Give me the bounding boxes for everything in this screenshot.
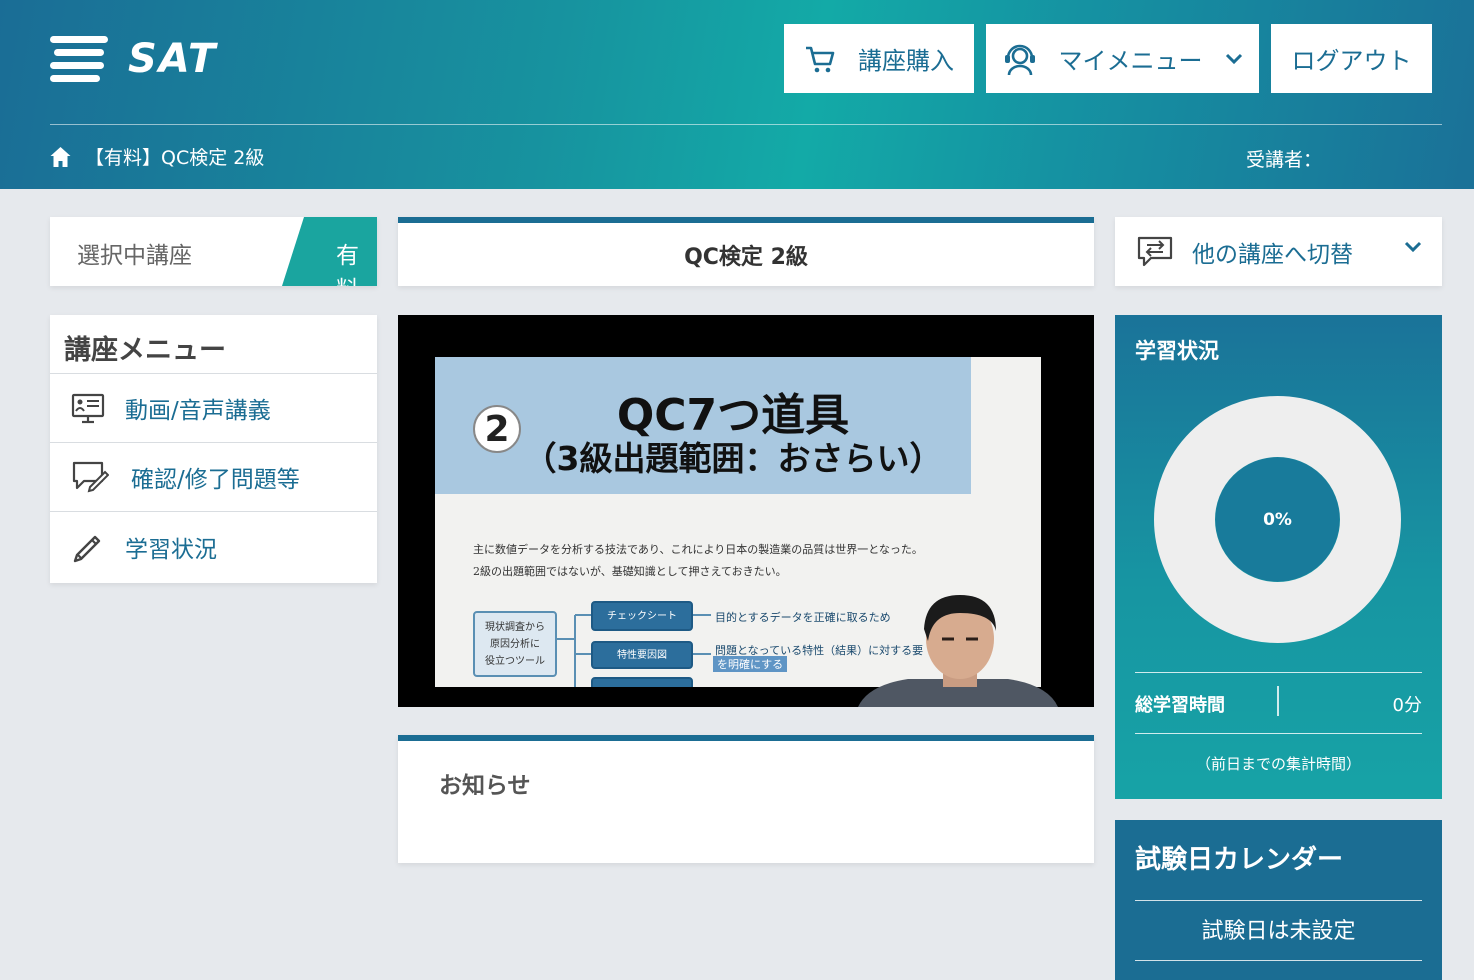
student-label: 受講者：	[1246, 149, 1323, 171]
progress-value: 0%	[1263, 509, 1292, 530]
total-time-note: （前日までの集計時間）	[1195, 755, 1361, 773]
selected-course-badge-text: 有料	[336, 243, 359, 286]
menu-item-label: 確認/修了問題等	[131, 467, 300, 493]
breadcrumb-course[interactable]: 【有料】QC検定 2級	[85, 143, 264, 170]
study-status-title: 学習状況	[1135, 339, 1219, 363]
slide-node-checksheet: チェックシート	[591, 601, 693, 631]
logout-label: ログアウト	[1291, 47, 1412, 75]
purchase-button[interactable]: 講座購入	[784, 24, 974, 93]
slide-node-next	[591, 677, 693, 687]
logout-button[interactable]: ログアウト	[1271, 24, 1432, 93]
slide-desc: を明確にする	[713, 656, 788, 672]
lecturer-image	[858, 595, 1058, 707]
mymenu-button[interactable]: マイメニュー	[986, 24, 1259, 93]
news-panel: お知らせ	[398, 735, 1094, 863]
cart-icon	[806, 46, 835, 72]
switch-course-button[interactable]: 他の講座へ切替	[1115, 217, 1442, 286]
total-time-label: 総学習時間	[1135, 695, 1225, 716]
chevron-down-icon	[1404, 241, 1422, 253]
study-status-panel: 学習状況 0% 総学習時間 0分 （前日までの集計時間）	[1115, 315, 1442, 799]
menu-item-label: 学習状況	[125, 536, 217, 563]
pencil-icon	[73, 535, 101, 562]
course-menu: 講座メニュー 動画/音声講義 確認/修了問題等 学習状況	[50, 315, 377, 583]
total-time-value: 0分	[1392, 695, 1422, 716]
news-title: お知らせ	[439, 773, 531, 799]
swap-chat-icon	[1137, 236, 1173, 266]
monitor-lecture-icon	[71, 393, 105, 424]
divider	[1277, 686, 1279, 716]
divider	[1135, 672, 1422, 673]
mymenu-label: マイメニュー	[1058, 47, 1203, 75]
checklist-chat-icon	[72, 461, 109, 493]
exam-calendar-panel: 試験日カレンダー 試験日は未設定	[1115, 820, 1442, 980]
divider	[1135, 733, 1422, 734]
switch-course-label: 他の講座へ切替	[1192, 241, 1353, 268]
menu-item-check-questions[interactable]: 確認/修了問題等	[50, 443, 377, 512]
menu-item-label: 動画/音声講義	[125, 398, 271, 424]
logo[interactable]: SAT	[50, 36, 217, 82]
video-player[interactable]: 2 QC7つ道具 （3級出題範囲：おさらい） 主に数値データを分析する技法であり…	[398, 315, 1094, 707]
menu-item-video-lecture[interactable]: 動画/音声講義	[50, 374, 377, 443]
divider	[1135, 900, 1422, 901]
course-menu-title: 講座メニュー	[50, 315, 377, 374]
headset-user-icon	[1004, 44, 1035, 75]
divider	[1135, 960, 1422, 961]
course-title: QC検定 2級	[398, 217, 1094, 286]
slide-node-tools: 現状調査から 原因分析に 役立つツール	[473, 611, 557, 677]
selected-course-label: 選択中講座	[77, 243, 192, 269]
selected-course-card: 選択中講座 有料	[50, 217, 377, 286]
slide-node-fishbone: 特性要因図	[591, 641, 693, 669]
header: SAT 講座購入 マイメニュー ログアウト 【有料】QC検定 2級 受講者：	[0, 0, 1474, 189]
logo-text: SAT	[128, 36, 218, 82]
menu-bars-icon	[50, 36, 108, 82]
header-divider	[50, 124, 1442, 125]
menu-item-study-status[interactable]: 学習状況	[50, 512, 377, 581]
breadcrumb: 【有料】QC検定 2級	[50, 143, 264, 170]
chevron-down-icon	[1225, 53, 1242, 64]
exam-date-value: 試験日は未設定	[1201, 919, 1356, 944]
home-icon[interactable]	[50, 146, 71, 168]
purchase-label: 講座購入	[858, 47, 954, 75]
exam-calendar-title: 試験日カレンダー	[1135, 845, 1344, 875]
